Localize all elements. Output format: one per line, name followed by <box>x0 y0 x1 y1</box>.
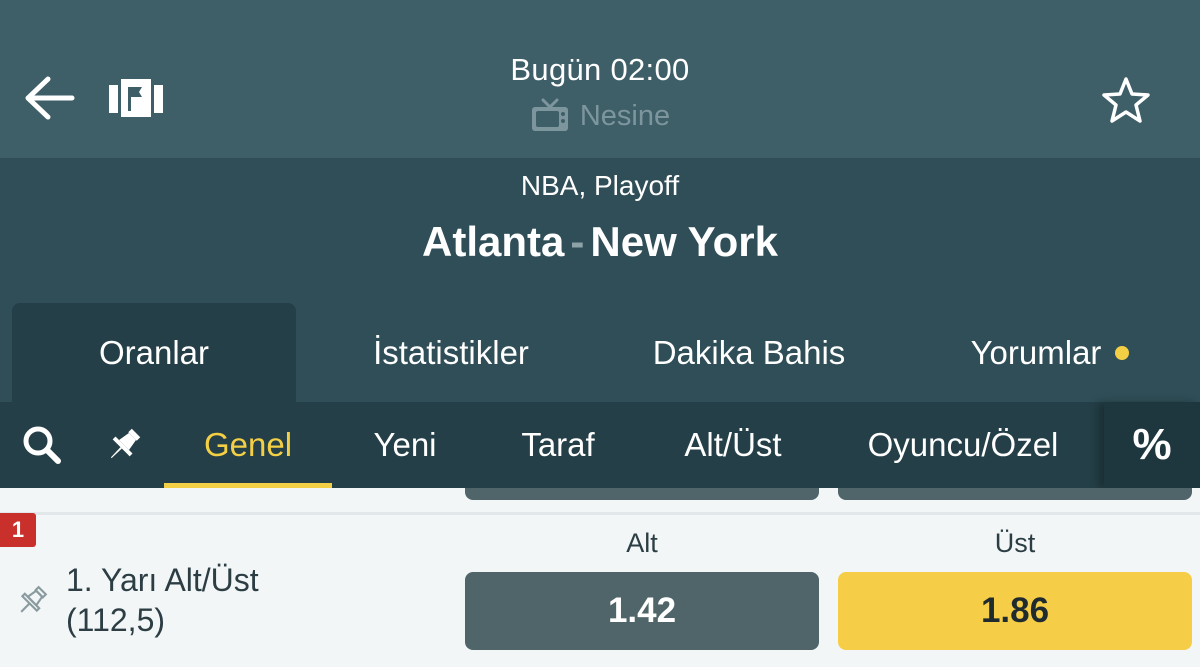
league-name: NBA, Playoff <box>520 170 680 201</box>
previous-market-row <box>0 488 1200 514</box>
flag-board-icon <box>109 79 163 117</box>
tab-dakika-bahis[interactable]: Dakika Bahis <box>600 303 898 402</box>
odd-button-alt[interactable]: 1.42 <box>465 572 819 650</box>
column-label-alt: Alt <box>626 528 658 558</box>
market-line: (112,5) <box>66 602 166 638</box>
match-teams: Atlanta - New York <box>0 218 1200 266</box>
tv-icon <box>531 98 568 131</box>
subtab-taraf[interactable]: Taraf <box>496 402 620 488</box>
match-time: Bugün 02:00 <box>510 52 690 87</box>
tab-label: Dakika Bahis <box>652 333 846 371</box>
notification-dot <box>1115 345 1130 360</box>
broadcaster-name: Nesine <box>579 99 671 132</box>
tab-istatistikler[interactable]: İstatistikler <box>306 303 596 402</box>
away-team: New York <box>590 218 778 265</box>
pin-market-button[interactable] <box>14 583 50 619</box>
subtab-genel[interactable]: Genel <box>164 402 332 488</box>
stats-button[interactable] <box>106 76 166 120</box>
pin-outline-icon <box>20 585 48 613</box>
arrow-left-icon <box>25 76 75 120</box>
tab-label: İstatistikler <box>373 333 529 371</box>
market-badge: 1 <box>0 513 36 547</box>
subtab-yeni[interactable]: Yeni <box>346 402 464 488</box>
percent-button[interactable]: % <box>1104 402 1200 488</box>
percent-label: % <box>1132 420 1172 469</box>
broadcast-info: Nesine <box>400 98 800 134</box>
tab-label: Oranlar <box>98 333 210 371</box>
subtab-label: Genel <box>203 426 293 463</box>
subtab-alt-ust[interactable]: Alt/Üst <box>660 402 806 488</box>
odd-button-ust[interactable]: 1.86 <box>838 572 1192 650</box>
column-label-ust: Üst <box>994 528 1036 558</box>
main-tabs: Oranlar İstatistikler Dakika Bahis Yorum… <box>0 303 1200 402</box>
market-title: 1. Yarı Alt/Üst <box>66 562 259 598</box>
team-separator: - <box>570 218 585 265</box>
odd-value: 1.42 <box>607 591 677 630</box>
star-icon <box>1102 77 1150 123</box>
pin-filter-button[interactable] <box>96 402 152 488</box>
pin-icon <box>110 428 141 459</box>
search-button[interactable] <box>14 402 70 488</box>
search-icon <box>23 426 61 464</box>
odd-button-partial[interactable] <box>465 488 819 500</box>
tab-oranlar[interactable]: Oranlar <box>12 303 296 402</box>
market-name: 1. Yarı Alt/Üst (112,5) <box>66 560 259 640</box>
favorite-button[interactable] <box>1098 72 1154 128</box>
tab-yorumlar[interactable]: Yorumlar <box>905 303 1195 402</box>
odd-value: 1.86 <box>980 591 1050 630</box>
home-team: Atlanta <box>422 218 565 265</box>
subtab-oyuncu-ozel[interactable]: Oyuncu/Özel <box>850 402 1076 488</box>
subtab-label: Oyuncu/Özel <box>867 426 1059 463</box>
tab-label: Yorumlar <box>970 333 1102 371</box>
market-filter-bar: Genel Yeni Taraf Alt/Üst Oyuncu/Özel % <box>0 402 1200 488</box>
subtab-label: Yeni <box>373 426 437 463</box>
subtab-label: Taraf <box>521 426 595 463</box>
back-button[interactable] <box>22 70 78 126</box>
subtab-label: Alt/Üst <box>684 426 782 463</box>
odd-button-partial[interactable] <box>838 488 1192 500</box>
